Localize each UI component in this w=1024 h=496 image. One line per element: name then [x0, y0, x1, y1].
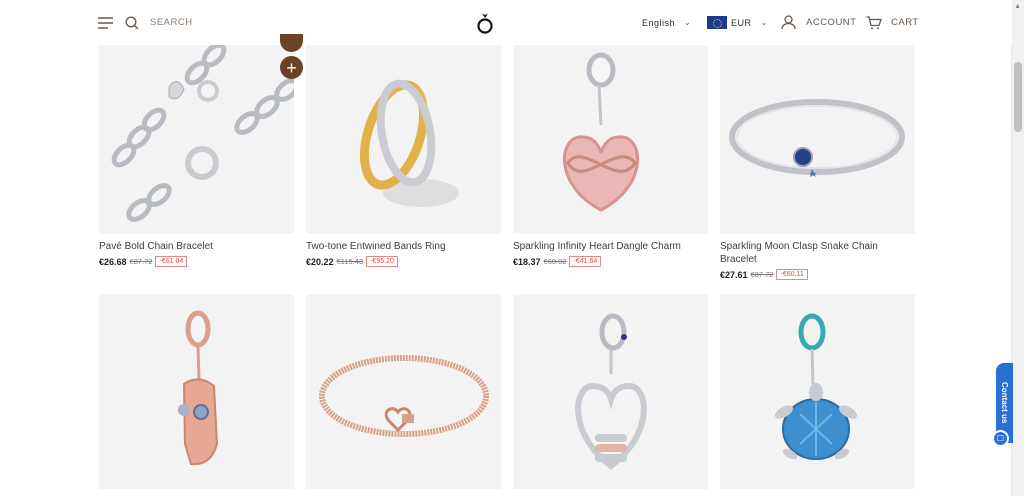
original-price: €115.43 [336, 257, 364, 266]
search-button[interactable]: SEARCH [150, 0, 193, 45]
product-name[interactable]: Two-tone Entwined Bands Ring [306, 240, 501, 253]
scroll-up-arrow-icon[interactable]: ▲ [1014, 3, 1021, 10]
discount-badge: -€61.04 [155, 256, 188, 267]
discount-badge: -€95.20 [366, 256, 398, 267]
product-name[interactable]: Pavé Bold Chain Bracelet [99, 240, 294, 253]
chat-icon[interactable]: ☐ [992, 430, 1009, 447]
product-card[interactable]: Sparkling Moon Clasp Snake Chain Bracele… [720, 45, 915, 280]
menu-icon[interactable] [98, 0, 116, 45]
currency-selector[interactable]: EUR ⌄ [731, 0, 768, 45]
sale-price: €20.22 [306, 256, 334, 267]
cart-icon[interactable] [866, 0, 884, 45]
product-image[interactable] [720, 294, 915, 489]
site-header: SEARCH English ⌄ EUR ⌄ ACCOUNT CART [0, 0, 1012, 45]
currency-label: EUR [731, 17, 752, 28]
discount-badge: -€41.64 [569, 256, 602, 267]
original-price: €87.72 [129, 257, 153, 266]
product-card[interactable]: Sparkling Infinity Heart Dangle Charm €1… [513, 45, 708, 267]
add-to-bag-button[interactable]: + [280, 56, 303, 79]
account-icon[interactable] [781, 0, 799, 45]
product-image[interactable] [513, 45, 708, 234]
sale-price: €18.37 [513, 256, 541, 267]
price-row: €27.61 €87.72 -€60.11 [720, 269, 915, 280]
contact-us-label: Contact us [1000, 382, 1009, 424]
product-card[interactable]: Two-tone Entwined Bands Ring €20.22 €115… [306, 45, 501, 267]
original-price: €87.72 [750, 270, 774, 279]
chevron-down-icon: ⌄ [684, 18, 692, 27]
eu-flag-icon [707, 0, 731, 45]
product-image[interactable] [306, 294, 501, 489]
language-label: English [642, 17, 676, 28]
product-image[interactable] [99, 294, 294, 489]
sale-price: €27.61 [720, 269, 748, 280]
price-row: €26.68 €87.72 -€61.04 [99, 256, 294, 267]
product-card[interactable] [720, 294, 915, 495]
add-to-bag-button-hidden[interactable] [280, 34, 303, 52]
scroll-thumb[interactable] [1014, 62, 1022, 132]
product-card[interactable] [99, 294, 294, 495]
language-selector[interactable]: English ⌄ [642, 0, 691, 45]
discount-badge: -€60.11 [776, 269, 808, 280]
cart-button[interactable]: CART [891, 0, 919, 45]
sale-price: €26.68 [99, 256, 127, 267]
product-image[interactable] [720, 45, 915, 234]
brand-logo[interactable] [472, 0, 498, 45]
product-name[interactable]: Sparkling Moon Clasp Snake Chain Bracele… [720, 240, 915, 266]
product-image[interactable] [306, 45, 501, 234]
product-image[interactable] [513, 294, 708, 489]
product-card[interactable]: Pavé Bold Chain Bracelet €26.68 €87.72 -… [99, 45, 294, 267]
product-image[interactable] [99, 45, 294, 234]
chevron-down-icon: ⌄ [760, 18, 768, 27]
account-button[interactable]: ACCOUNT [806, 0, 856, 45]
price-row: €20.22 €115.43 -€95.20 [306, 256, 501, 267]
search-icon[interactable] [125, 0, 143, 45]
price-row: €18.37 €60.02 -€41.64 [513, 256, 708, 267]
original-price: €60.02 [543, 257, 567, 266]
product-name[interactable]: Sparkling Infinity Heart Dangle Charm [513, 240, 708, 253]
product-card[interactable] [513, 294, 708, 495]
product-card[interactable] [306, 294, 501, 495]
